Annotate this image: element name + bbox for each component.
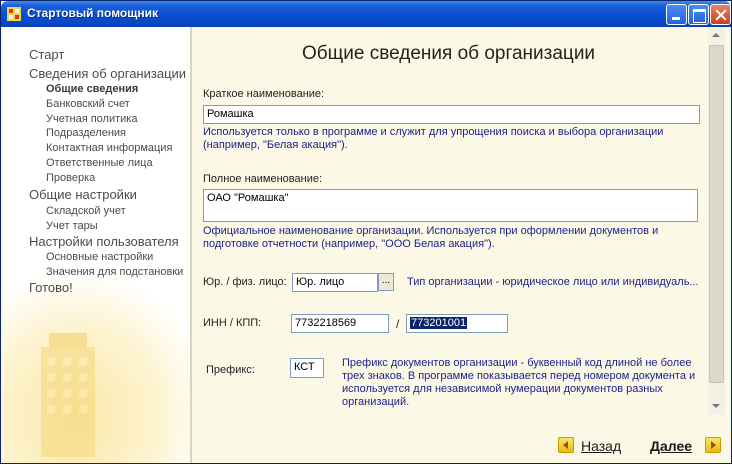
entity-type-select-button[interactable]: ...	[378, 273, 394, 291]
minimize-button[interactable]	[666, 4, 687, 25]
full-name-label: Полное наименование:	[203, 173, 323, 185]
step-done[interactable]: Готово!	[29, 280, 73, 295]
inn-kpp-label: ИНН / КПП:	[203, 317, 262, 329]
maximize-button[interactable]	[688, 4, 709, 25]
back-button[interactable]: Назад	[581, 438, 621, 454]
short-name-input[interactable]: Ромашка	[203, 105, 700, 124]
step-main-settings[interactable]: Основные настройки	[46, 251, 153, 263]
full-name-input[interactable]: ОАО "Ромашка"	[203, 189, 698, 222]
step-accounting-policy[interactable]: Учетная политика	[46, 113, 137, 125]
entity-type-hint: Тип организации - юридическое лицо или и…	[407, 276, 699, 288]
step-warehouse[interactable]: Складской учет	[46, 205, 126, 217]
full-name-hint: Официальное наименование организации. Ис…	[203, 225, 659, 250]
step-user-settings[interactable]: Настройки пользователя	[29, 234, 179, 249]
arrow-right-icon[interactable]	[705, 437, 721, 453]
step-organization-info[interactable]: Сведения об организации	[29, 66, 186, 81]
window-title: Стартовый помощник	[27, 6, 158, 20]
scroll-up-icon[interactable]	[708, 27, 725, 44]
step-responsible-persons[interactable]: Ответственные лица	[46, 157, 153, 169]
wizard-steps-sidebar: Старт Сведения об организации Общие свед…	[3, 27, 190, 463]
scroll-down-icon[interactable]	[708, 398, 725, 415]
arrow-left-icon[interactable]	[558, 437, 574, 453]
step-general-settings[interactable]: Общие настройки	[29, 187, 137, 202]
kpp-input[interactable]: 773201001	[406, 314, 508, 333]
step-general-info[interactable]: Общие сведения	[46, 83, 138, 95]
kpp-selected-text: 773201001	[410, 317, 468, 329]
step-containers[interactable]: Учет тары	[46, 220, 98, 232]
short-name-hint: Используется только в программе и служит…	[203, 126, 664, 151]
prefix-input[interactable]: КСТ	[290, 358, 324, 378]
step-contact-info[interactable]: Контактная информация	[46, 142, 172, 154]
step-default-values[interactable]: Значения для подстановки	[46, 266, 183, 278]
inn-kpp-separator: /	[396, 317, 400, 331]
prefix-hint: Префикс документов организации - буквенн…	[342, 357, 696, 408]
building-illustration-icon	[41, 333, 95, 457]
scrollbar-thumb[interactable]	[709, 45, 724, 383]
entity-type-label: Юр. / физ. лицо:	[203, 276, 287, 288]
prefix-label: Префикс:	[206, 364, 255, 376]
next-button[interactable]: Далее	[650, 438, 692, 454]
main-panel: Общие сведения об организации Краткое на…	[192, 27, 708, 417]
wizard-window: Стартовый помощник Старт Сведения об орг…	[0, 0, 732, 464]
step-bank-account[interactable]: Банковский счет	[46, 98, 130, 110]
step-start[interactable]: Старт	[29, 47, 64, 62]
entity-type-input[interactable]: Юр. лицо	[292, 273, 378, 292]
title-bar[interactable]: Стартовый помощник	[1, 1, 731, 27]
step-departments[interactable]: Подразделения	[46, 127, 126, 139]
page-title: Общие сведения об организации	[302, 43, 596, 64]
app-icon	[7, 7, 21, 21]
step-verification[interactable]: Проверка	[46, 172, 95, 184]
short-name-label: Краткое наименование:	[203, 88, 325, 100]
inn-input[interactable]: 7732218569	[291, 314, 389, 333]
vertical-scrollbar[interactable]	[708, 27, 725, 415]
wizard-footer: Назад Далее	[192, 417, 731, 463]
close-button[interactable]	[710, 4, 731, 25]
